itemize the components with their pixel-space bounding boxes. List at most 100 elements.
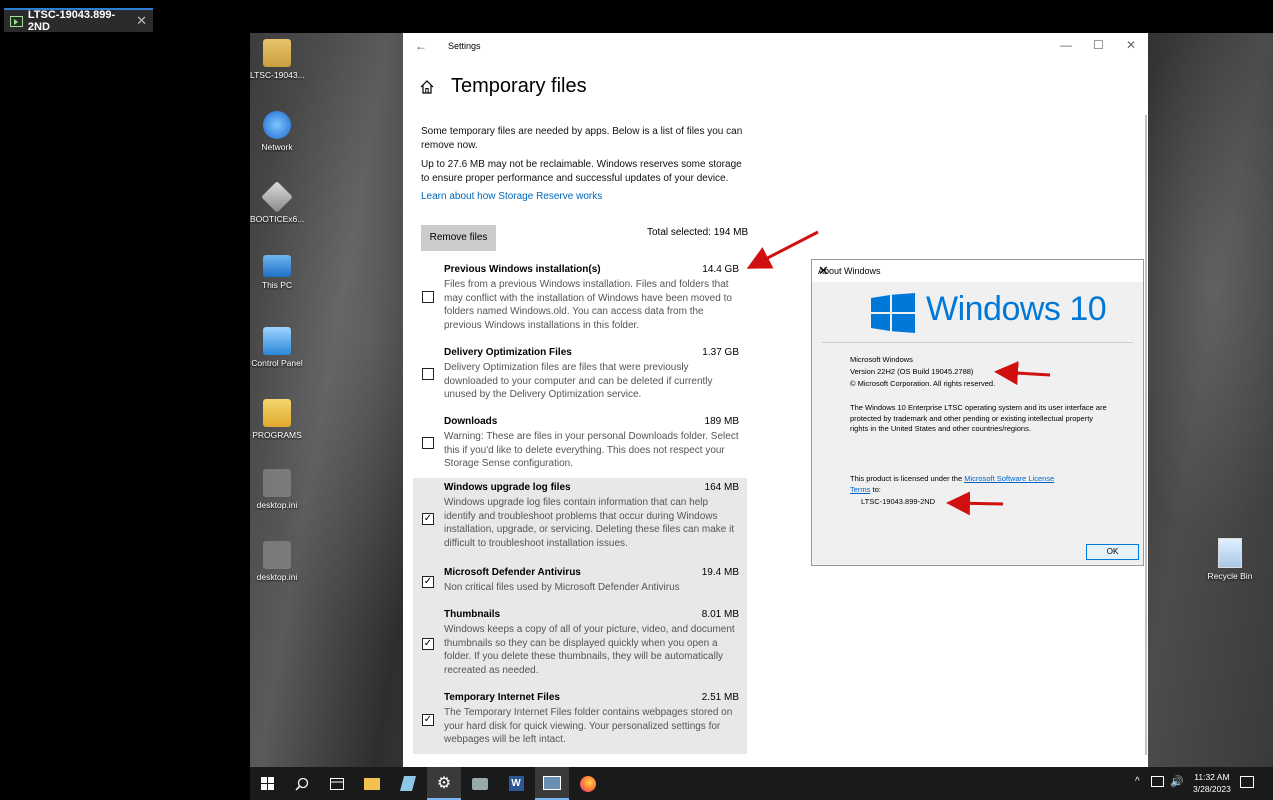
file-item-size: 8.01 MB — [701, 609, 739, 620]
file-item-name: Temporary Internet Files — [444, 692, 560, 703]
desktop-icon-label: Recycle Bin — [1207, 571, 1253, 581]
windows-logo-icon — [871, 293, 915, 333]
checkbox[interactable]: ✓ — [422, 714, 434, 726]
taskbar-word[interactable]: W — [499, 767, 533, 800]
user-folder-icon — [263, 39, 291, 67]
legal-text: The Windows 10 Enterprise LTSC operating… — [850, 403, 1107, 433]
home-icon[interactable] — [419, 79, 435, 95]
about-titlebar: About Windows ✕ — [812, 260, 1143, 282]
folder-icon — [364, 777, 380, 790]
desktop-icon-label: PROGRAMS — [252, 430, 302, 440]
maximize-icon[interactable]: ☐ — [1093, 38, 1104, 52]
total-selected: Total selected: 194 MB — [647, 227, 749, 238]
checkbox[interactable] — [422, 437, 434, 449]
file-item-defender: ✓ Microsoft Defender Antivirus 19.4 MB N… — [413, 563, 747, 605]
close-icon[interactable]: ✕ — [1126, 38, 1136, 52]
task-view-button[interactable] — [320, 767, 354, 800]
host-tab-close-icon[interactable]: ✕ — [136, 13, 147, 29]
license-suffix: to: — [870, 484, 881, 494]
folder-icon — [263, 399, 291, 427]
control-panel-icon — [263, 327, 291, 355]
file-item-name: Microsoft Defender Antivirus — [444, 567, 581, 578]
checkbox[interactable]: ✓ — [422, 576, 434, 588]
desktop-icon-user-folder[interactable]: LTSC-19043... — [250, 39, 304, 80]
desktop-icon-label: desktop.ini — [256, 572, 298, 582]
file-item-temp-internet: ✓ Temporary Internet Files 2.51 MB The T… — [413, 688, 747, 754]
search-icon — [295, 777, 309, 791]
file-item-name: Thumbnails — [444, 609, 501, 620]
taskbar-about-windows[interactable] — [535, 767, 569, 800]
desktop-icon-control-panel[interactable]: Control Panel — [250, 327, 304, 368]
checkbox[interactable] — [422, 291, 434, 303]
file-item-size: 19.4 MB — [701, 567, 739, 578]
file-item-description: The Temporary Internet Files folder cont… — [444, 707, 733, 745]
ok-button[interactable]: OK — [1086, 544, 1139, 560]
desktop-icon-label: BOOTICEx6... — [250, 214, 304, 224]
network-icon[interactable] — [1151, 776, 1164, 787]
notepad-icon — [399, 776, 417, 791]
file-item-size: 2.51 MB — [701, 692, 739, 703]
file-item-name: Previous Windows installation(s) — [444, 264, 601, 275]
bootice-icon — [261, 181, 293, 213]
desktop-icon-network[interactable]: Network — [250, 111, 304, 152]
action-center-icon[interactable] — [1240, 776, 1254, 788]
volume-icon[interactable]: 🔊 — [1170, 775, 1184, 788]
settings-titlebar: ← Settings — ☐ ✕ — [403, 33, 1148, 59]
back-arrow-icon[interactable]: ← — [415, 39, 427, 53]
desktop-icon-recycle-bin[interactable]: Recycle Bin — [1205, 538, 1255, 581]
gear-icon: ⚙ — [436, 774, 452, 792]
desktop-icon-label: Network — [261, 142, 293, 152]
storage-reserve-note: Up to 27.6 MB may not be reclaimable. Wi… — [421, 159, 742, 184]
taskbar-app-generic[interactable] — [463, 767, 497, 800]
host-tab-bar: LTSC-19043.899-2ND ✕ — [0, 0, 1273, 33]
file-item-description: Non critical files used by Microsoft Def… — [444, 582, 680, 593]
scrollbar[interactable] — [1145, 115, 1147, 755]
file-item-name: Downloads — [444, 416, 498, 427]
minimize-icon[interactable]: — — [1060, 38, 1072, 52]
license-text: This product is licensed under the Micro… — [850, 474, 1070, 495]
file-item-description: Files from a previous Windows installati… — [444, 279, 732, 331]
close-icon[interactable]: ✕ — [818, 263, 1137, 279]
file-item-description: Windows keeps a copy of all of your pict… — [444, 624, 735, 676]
desktop-icon-desktop-ini-2[interactable]: desktop.ini — [250, 541, 304, 582]
show-hidden-icons[interactable]: ^ — [1135, 776, 1140, 787]
taskbar-settings[interactable]: ⚙ — [427, 767, 461, 800]
checkbox[interactable]: ✓ — [422, 513, 434, 525]
divider — [822, 342, 1133, 343]
storage-reserve-link[interactable]: Learn about how Storage Reserve works — [421, 191, 602, 202]
taskbar-firefox[interactable] — [571, 767, 605, 800]
start-button[interactable] — [250, 767, 284, 800]
desktop-icon-label: This PC — [261, 280, 293, 290]
file-item-description: Delivery Optimization files are files th… — [444, 362, 713, 400]
desktop-icon-desktop-ini-1[interactable]: desktop.ini — [250, 469, 304, 510]
file-item-size: 14.4 GB — [702, 264, 739, 275]
taskbar: ⚙ W ^ 🔊 11:32 AM 3/28/2023 — [250, 767, 1273, 800]
clock[interactable]: 11:32 AM 3/28/2023 — [1193, 771, 1231, 795]
host-vm-tab[interactable]: LTSC-19043.899-2ND ✕ — [4, 8, 153, 33]
file-item-delivery-optimization: Delivery Optimization Files 1.37 GB Deli… — [413, 343, 747, 405]
file-item-size: 189 MB — [704, 416, 739, 427]
desktop-icon-bootice[interactable]: BOOTICEx6... — [250, 181, 304, 224]
host-tab-title: LTSC-19043.899-2ND — [27, 9, 116, 33]
licensee: LTSC-19043.899-2ND — [861, 497, 936, 506]
desktop-icon-programs[interactable]: PROGRAMS — [250, 399, 304, 440]
task-view-icon — [330, 777, 344, 790]
taskbar-file-explorer[interactable] — [355, 767, 389, 800]
checkbox[interactable]: ✓ — [422, 638, 434, 650]
remove-files-button[interactable]: Remove files — [421, 225, 496, 251]
license-prefix: This product is licensed under the — [850, 474, 965, 483]
taskbar-notepad[interactable] — [391, 767, 425, 800]
firefox-icon — [580, 775, 596, 792]
settings-window-title: Settings — [448, 41, 481, 51]
file-icon — [263, 541, 291, 569]
product-name: Microsoft Windows — [850, 355, 913, 364]
search-button[interactable] — [285, 767, 319, 800]
file-item-name: Delivery Optimization Files — [444, 347, 572, 358]
windows10-wordmark: Windows 10 — [926, 290, 1107, 328]
desktop-icon-this-pc[interactable]: This PC — [250, 255, 304, 290]
checkbox[interactable] — [422, 368, 434, 380]
app-icon — [472, 777, 488, 790]
file-item-size: 164 MB — [704, 482, 739, 493]
windows-start-icon — [260, 777, 274, 790]
clock-date: 3/28/2023 — [1193, 784, 1231, 794]
